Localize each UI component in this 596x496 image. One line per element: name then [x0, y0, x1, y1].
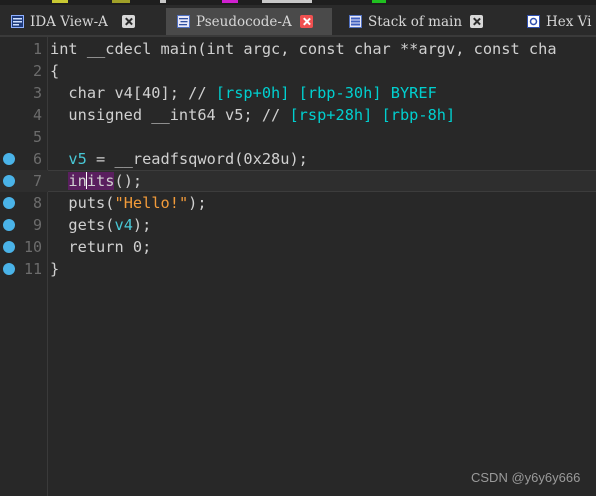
code-line[interactable]: 6 v5 = __readfsqword(0x28u); [0, 148, 596, 170]
code-text: puts("Hello!"); [68, 194, 207, 212]
code-text: gets(v4); [68, 216, 152, 234]
tab-label: IDA View-A [30, 13, 108, 30]
code-text: return 0; [50, 238, 152, 256]
code-line[interactable]: 10 return 0; [0, 236, 596, 258]
tab-bar: IDA View-A Pseudocode-A Stack of main He… [0, 5, 596, 37]
current-code-line[interactable]: 7 inits(); [0, 170, 596, 192]
stack-offset-comment: [rsp+28h] [rbp-8h] [289, 106, 456, 124]
pseudocode-icon [177, 15, 190, 28]
tab-ida-view-a[interactable]: IDA View-A [0, 8, 160, 35]
tab-hex-view[interactable]: Hex Vi [516, 8, 596, 35]
line-number: 4 [32, 106, 42, 124]
stack-icon [349, 15, 362, 28]
code-text: v5 = __readfsqword(0x28u); [50, 148, 308, 170]
code-line[interactable]: 5 [0, 126, 596, 148]
string-literal: "Hello!" [114, 194, 189, 212]
code-text: inits(); [68, 172, 143, 190]
function-inits[interactable]: inits [68, 172, 115, 190]
code-text: } [50, 260, 60, 278]
code-text: char v4[40]; // [rsp+0h] [rbp-30h] BYREF [50, 82, 437, 104]
code-text: int __cdecl main(int argc, const char **… [50, 40, 557, 58]
pseudocode-editor[interactable]: 1 int __cdecl main(int argc, const char … [0, 37, 596, 496]
line-number: 7 [32, 172, 42, 190]
tab-label: Hex Vi [546, 13, 592, 30]
ida-view-icon [11, 15, 24, 28]
code-line[interactable]: 2 { [0, 60, 596, 82]
variable-v4[interactable]: v4 [114, 216, 132, 234]
variable-v5[interactable]: v5 [68, 150, 86, 168]
line-number: 9 [32, 216, 42, 234]
code-line[interactable]: 11 } [0, 258, 596, 280]
code-line[interactable]: 4 unsigned __int64 v5; // [rsp+28h] [rbp… [0, 104, 596, 126]
code-line[interactable]: 9 gets(v4); [0, 214, 596, 236]
close-icon[interactable] [470, 15, 484, 28]
close-icon[interactable] [299, 15, 313, 28]
declaration: char v4[40]; // [50, 84, 216, 102]
line-number: 10 [23, 238, 42, 256]
code-text: { [50, 62, 60, 80]
stack-offset-comment: [rsp+0h] [rbp-30h] BYREF [215, 84, 437, 102]
line-number: 3 [32, 84, 42, 102]
tab-label: Pseudocode-A [196, 13, 292, 30]
tab-pseudocode-a[interactable]: Pseudocode-A [166, 8, 332, 35]
tab-stack-of-main[interactable]: Stack of main [338, 8, 502, 35]
line-number: 5 [32, 128, 42, 146]
watermark: CSDN @y6y6y666 [471, 470, 581, 485]
code-line[interactable]: 1 int __cdecl main(int argc, const char … [0, 38, 596, 60]
function-gets[interactable]: gets( [68, 216, 114, 234]
line-number: 1 [32, 40, 42, 58]
line-number: 2 [32, 62, 42, 80]
declaration: unsigned __int64 v5; // [50, 106, 290, 124]
function-puts[interactable]: puts( [68, 194, 114, 212]
code-line[interactable]: 3 char v4[40]; // [rsp+0h] [rbp-30h] BYR… [0, 82, 596, 104]
code-line[interactable]: 8 puts("Hello!"); [0, 192, 596, 214]
line-number: 6 [32, 150, 42, 168]
code-text: unsigned __int64 v5; // [rsp+28h] [rbp-8… [50, 104, 455, 126]
expression: = __readfsqword(0x28u); [86, 150, 308, 168]
line-number: 8 [32, 194, 42, 212]
close-icon[interactable] [121, 15, 135, 28]
text-cursor [86, 172, 88, 189]
tab-label: Stack of main [368, 13, 463, 30]
hex-view-icon [527, 15, 540, 28]
line-number: 11 [23, 260, 42, 278]
